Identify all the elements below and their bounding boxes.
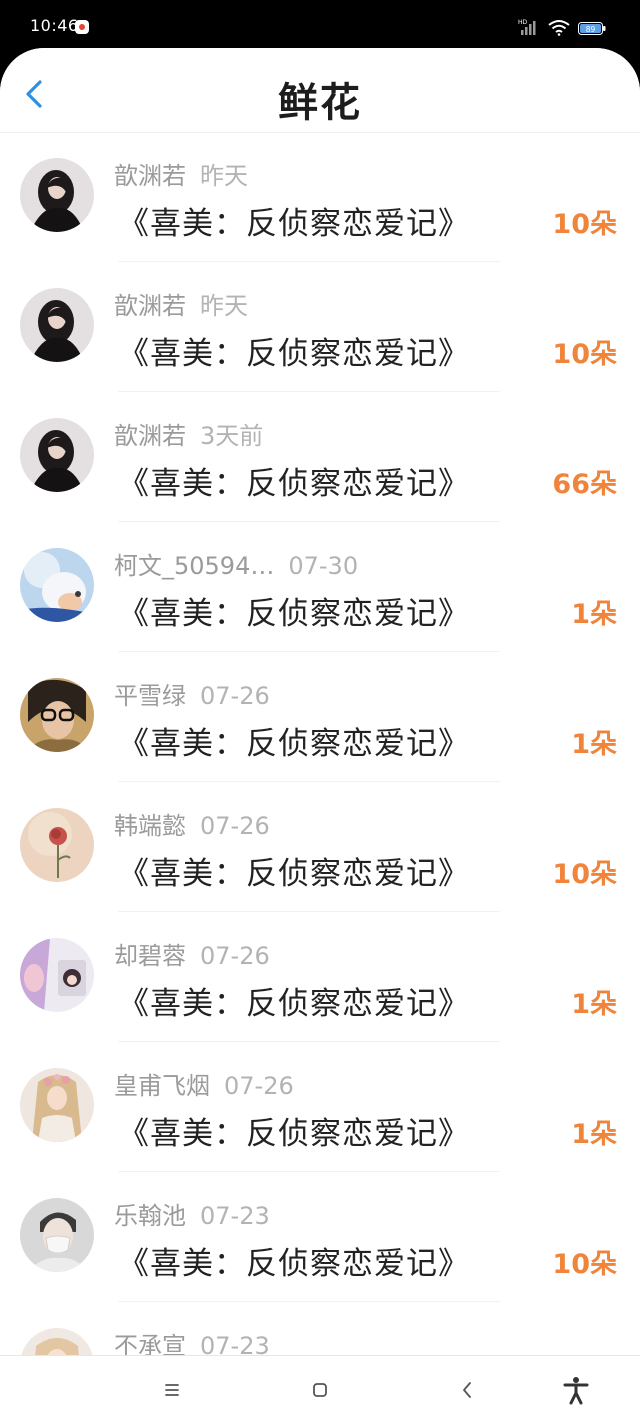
item-time: 3天前 — [200, 422, 264, 450]
signal-icon: HD — [518, 19, 536, 35]
item-meta: 歆渊若 3天前 — [114, 416, 263, 451]
book-title[interactable]: 《喜美：反侦察恋爱记》 — [118, 198, 470, 243]
illustrated-girl-avatar[interactable] — [20, 1068, 94, 1142]
item-meta: 却碧蓉 07-26 — [114, 936, 270, 971]
flower-list: 歆渊若 昨天 《喜美：反侦察恋爱记》 10朵 歆渊若 昨天 《喜美：反侦察恋爱记》 — [0, 132, 640, 1422]
accessibility-icon[interactable] — [560, 1374, 592, 1406]
user-name[interactable]: 歆渊若 — [114, 292, 186, 320]
user-name[interactable]: 平雪绿 — [114, 682, 186, 710]
masked-person-avatar[interactable] — [20, 1198, 94, 1272]
flower-count: 10朵 — [552, 209, 617, 240]
item-meta: 乐翰池 07-23 — [114, 1196, 270, 1231]
book-title[interactable]: 《喜美：反侦察恋爱记》 — [118, 978, 470, 1023]
hd-label: HD — [518, 19, 528, 26]
home-icon[interactable] — [304, 1374, 336, 1406]
screen: 鲜花 歆渊若 昨天 《喜美：反侦察恋爱记》 10朵 歆渊若 昨天 《喜美：反侦察… — [0, 48, 640, 1422]
list-item[interactable]: 却碧蓉 07-26 《喜美：反侦察恋爱记》 1朵 — [0, 912, 640, 1042]
flower-count: 1朵 — [571, 1119, 617, 1150]
menu-icon[interactable] — [156, 1374, 188, 1406]
item-meta: 柯文_50594… 07-30 — [114, 546, 358, 581]
user-name[interactable]: 韩端懿 — [114, 812, 186, 840]
list-item[interactable]: 歆渊若 昨天 《喜美：反侦察恋爱记》 10朵 — [0, 132, 640, 262]
book-title[interactable]: 《喜美：反侦察恋爱记》 — [118, 1238, 470, 1283]
flower-count: 10朵 — [552, 859, 617, 890]
book-title[interactable]: 《喜美：反侦察恋爱记》 — [118, 588, 470, 633]
app-notification-icon — [75, 20, 89, 34]
page-title: 鲜花 — [278, 80, 362, 126]
book-title[interactable]: 《喜美：反侦察恋爱记》 — [118, 458, 470, 503]
item-time: 07-26 — [200, 942, 270, 970]
item-meta: 皇甫飞烟 07-26 — [114, 1066, 294, 1101]
user-name[interactable]: 歆渊若 — [114, 162, 186, 190]
flower-count: 1朵 — [571, 989, 617, 1020]
item-time: 07-26 — [200, 682, 270, 710]
wifi-icon — [548, 20, 570, 36]
item-time: 昨天 — [200, 292, 248, 320]
book-title[interactable]: 《喜美：反侦察恋爱记》 — [118, 848, 470, 893]
list-item[interactable]: 韩端懿 07-26 《喜美：反侦察恋爱记》 10朵 — [0, 782, 640, 912]
battery-icon: 89 — [578, 22, 606, 35]
user-name[interactable]: 却碧蓉 — [114, 942, 186, 970]
list-item[interactable]: 平雪绿 07-26 《喜美：反侦察恋爱记》 1朵 — [0, 652, 640, 782]
book-title[interactable]: 《喜美：反侦察恋爱记》 — [118, 328, 470, 373]
flower-count: 1朵 — [571, 599, 617, 630]
item-meta: 韩端懿 07-26 — [114, 806, 270, 841]
book-title[interactable]: 《喜美：反侦察恋爱记》 — [118, 718, 470, 763]
battery-level: 89 — [586, 25, 596, 34]
item-time: 07-26 — [224, 1072, 294, 1100]
item-time: 07-23 — [200, 1202, 270, 1230]
item-time: 昨天 — [200, 162, 248, 190]
rose-avatar[interactable] — [20, 808, 94, 882]
item-meta: 平雪绿 07-26 — [114, 676, 270, 711]
flower-count: 66朵 — [552, 469, 617, 500]
user-name[interactable]: 皇甫飞烟 — [114, 1072, 210, 1100]
flower-count: 1朵 — [571, 729, 617, 760]
user-name[interactable]: 柯文_50594… — [114, 552, 274, 580]
system-nav-bar — [0, 1355, 640, 1422]
flower-count: 10朵 — [552, 339, 617, 370]
item-time: 07-26 — [200, 812, 270, 840]
list-item[interactable]: 皇甫飞烟 07-26 《喜美：反侦察恋爱记》 1朵 — [0, 1042, 640, 1172]
list-item[interactable]: 乐翰池 07-23 《喜美：反侦察恋爱记》 10朵 — [0, 1172, 640, 1302]
woman-dark-hair-avatar[interactable] — [20, 418, 94, 492]
header: 鲜花 — [0, 48, 640, 133]
book-title[interactable]: 《喜美：反侦察恋爱记》 — [118, 1108, 470, 1153]
list-item[interactable]: 柯文_50594… 07-30 《喜美：反侦察恋爱记》 1朵 — [0, 522, 640, 652]
anime-avatar[interactable] — [20, 938, 94, 1012]
user-name[interactable]: 乐翰池 — [114, 1202, 186, 1230]
back-nav-icon[interactable] — [452, 1374, 484, 1406]
item-meta: 歆渊若 昨天 — [114, 156, 248, 191]
item-time: 07-30 — [288, 552, 359, 580]
status-bar: 10:46 HD 89 — [0, 0, 640, 54]
status-time: 10:46 — [30, 16, 79, 35]
list-item[interactable]: 歆渊若 昨天 《喜美：反侦察恋爱记》 10朵 — [0, 262, 640, 392]
list-item[interactable]: 歆渊若 3天前 《喜美：反侦察恋爱记》 66朵 — [0, 392, 640, 522]
flower-count: 10朵 — [552, 1249, 617, 1280]
woman-glasses-avatar[interactable] — [20, 678, 94, 752]
item-meta: 歆渊若 昨天 — [114, 286, 248, 321]
user-name[interactable]: 歆渊若 — [114, 422, 186, 450]
woman-dark-hair-avatar[interactable] — [20, 158, 94, 232]
woman-dark-hair-avatar[interactable] — [20, 288, 94, 362]
cartoon-avatar[interactable] — [20, 548, 94, 622]
